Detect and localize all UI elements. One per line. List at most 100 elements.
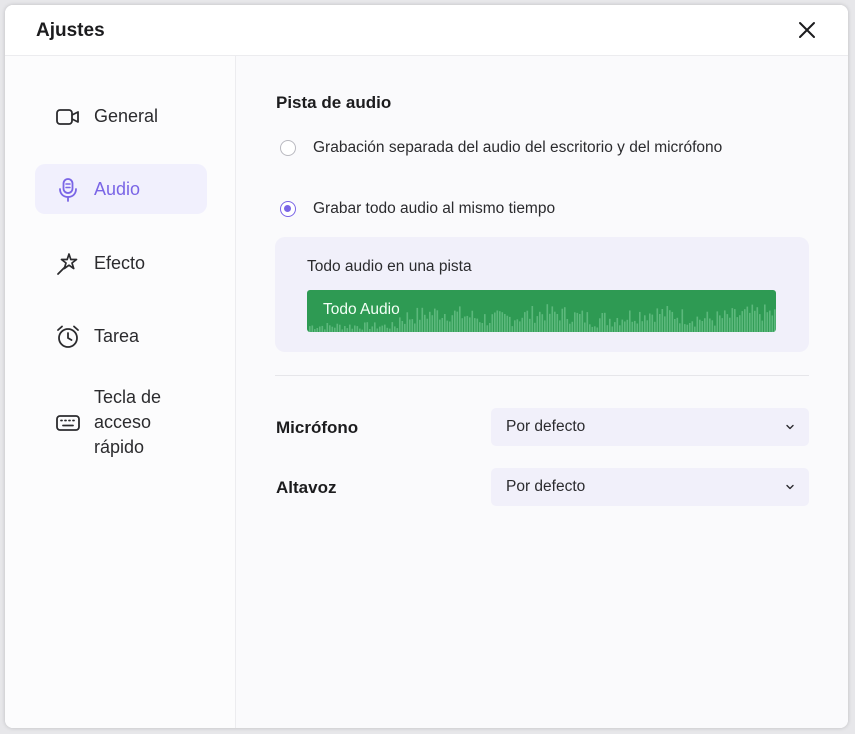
select-value: Por defecto — [506, 478, 586, 495]
waveform-bar — [709, 318, 711, 332]
waveform-bar — [381, 325, 384, 332]
option-record-all[interactable]: Grabar todo audio al mismo tiempo — [280, 197, 555, 221]
waveform-bar — [614, 322, 616, 332]
waveform-bar — [309, 326, 311, 332]
waveform-bar — [554, 311, 556, 332]
sidebar-item-audio[interactable]: Audio — [35, 164, 207, 214]
waveform-bar — [336, 323, 339, 332]
waveform-bar — [401, 321, 404, 332]
waveform-bar — [466, 315, 469, 332]
waveform-bar — [669, 310, 671, 332]
waveform-bar — [679, 323, 681, 332]
speaker-select[interactable]: Por defecto — [491, 468, 809, 506]
waveform-bar — [356, 326, 359, 332]
waveform-bar — [634, 320, 636, 332]
waveform-bar — [586, 312, 589, 332]
waveform-bar — [416, 307, 419, 332]
sidebar-item-efecto[interactable]: Efecto — [35, 238, 207, 288]
waveform-bar — [749, 312, 751, 332]
waveform-bar — [354, 325, 356, 332]
waveform-bar — [366, 322, 369, 332]
waveform-bar — [549, 313, 551, 332]
speaker-label: Altavoz — [276, 478, 337, 497]
option-separate-tracks[interactable]: Grabación separada del audio del escrito… — [280, 136, 722, 160]
keyboard-icon — [56, 415, 80, 431]
waveform-bar — [369, 329, 371, 332]
waveform-bar — [329, 325, 331, 332]
settings-sidebar: General Audio Efecto Tarea Tecla de acce… — [5, 56, 236, 728]
sidebar-item-label: Tecla de acceso rápido — [94, 385, 204, 460]
chevron-down-icon — [786, 424, 794, 430]
waveform-bar — [734, 309, 736, 332]
waveform-bar — [449, 321, 451, 332]
waveform-bar — [651, 314, 654, 332]
waveform-bar — [711, 320, 714, 332]
sidebar-item-tarea[interactable]: Tarea — [35, 311, 207, 361]
waveform-bar — [619, 325, 621, 332]
sidebar-item-label-line: acceso — [94, 412, 152, 432]
waveform-bar — [676, 317, 679, 332]
waveform-bar — [759, 314, 761, 332]
waveform-bar — [409, 319, 411, 332]
waveform-bar — [399, 317, 401, 332]
waveform-bar — [371, 326, 374, 332]
waveform-bar — [674, 319, 676, 332]
waveform-bar — [344, 326, 346, 332]
waveform-bar — [419, 319, 421, 332]
waveform-bar — [576, 312, 579, 332]
waveform-bar — [611, 326, 614, 332]
waveform-bar — [376, 328, 379, 332]
waveform-bar — [501, 312, 504, 332]
waveform-bar — [534, 322, 536, 332]
waveform-bar — [731, 308, 734, 332]
waveform-bar — [414, 323, 416, 332]
waveform-bar — [324, 329, 326, 332]
waveform-bar — [591, 326, 594, 332]
waveform-bar — [769, 310, 771, 332]
radio-record-all[interactable] — [280, 201, 296, 217]
sidebar-item-general[interactable]: General — [35, 91, 207, 141]
waveform-bar — [609, 318, 611, 332]
waveform-bar — [724, 310, 726, 332]
radio-separate-tracks[interactable] — [280, 140, 296, 156]
sidebar-item-label: Efecto — [94, 252, 146, 273]
waveform-bar — [661, 309, 664, 332]
waveform-bar — [516, 319, 519, 332]
waveform-bar — [396, 328, 399, 332]
waveform-bar — [474, 318, 476, 332]
microphone-select[interactable]: Por defecto — [491, 408, 809, 446]
waveform-bar — [681, 309, 684, 332]
waveform-bar — [739, 315, 741, 332]
waveform-bar — [646, 320, 649, 332]
waveform-bar — [499, 311, 501, 332]
waveform-bar — [689, 323, 691, 332]
waveform-bar — [364, 322, 366, 332]
waveform-bar — [579, 314, 581, 332]
waveform-bar — [644, 315, 646, 332]
waveform-bar — [624, 321, 626, 332]
waveform-bar — [569, 323, 571, 332]
sidebar-item-tecla[interactable]: Tecla de acceso rápido — [35, 385, 207, 465]
sidebar-item-label-line: rápido — [94, 437, 145, 457]
close-button[interactable] — [796, 19, 818, 41]
waveform-bar — [361, 329, 364, 332]
option-label: Grabación separada del audio del escrito… — [313, 139, 723, 156]
waveform-bar — [706, 311, 709, 332]
waveform-bar — [459, 306, 461, 332]
waveform-bar — [564, 307, 566, 332]
waveform-bar — [489, 323, 491, 332]
waveform-bar — [319, 326, 321, 332]
waveform-bar — [511, 326, 514, 332]
waveform-bar — [436, 310, 439, 332]
waveform-bar — [556, 314, 559, 332]
waveform-bar — [391, 322, 394, 332]
waveform-bar — [469, 317, 471, 332]
waveform-bar — [521, 317, 524, 332]
close-icon — [799, 22, 815, 38]
waveform-bar — [451, 315, 454, 332]
waveform-bar — [454, 310, 456, 332]
chevron-down-icon — [786, 484, 794, 490]
waveform-bar — [341, 329, 344, 332]
waveform-bar — [756, 307, 759, 332]
waveform-bar — [596, 327, 599, 332]
